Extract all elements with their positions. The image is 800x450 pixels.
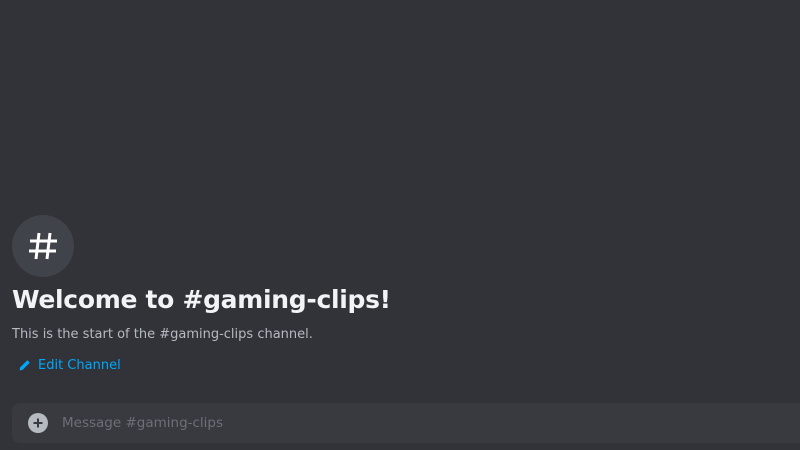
welcome-description: This is the start of the #gaming-clips c… (12, 327, 313, 342)
edit-channel-button[interactable]: Edit Channel (18, 358, 121, 373)
hashtag-icon (29, 232, 57, 260)
welcome-title: Welcome to #gaming-clips! (12, 285, 391, 314)
message-input[interactable] (62, 403, 782, 443)
attach-button[interactable] (28, 413, 48, 433)
pencil-icon (19, 360, 30, 371)
message-composer (12, 403, 800, 443)
channel-pane: Welcome to #gaming-clips! This is the st… (0, 0, 800, 450)
plus-circle-icon (33, 418, 43, 428)
edit-channel-label: Edit Channel (38, 358, 121, 373)
channel-hashtag-avatar (12, 215, 74, 277)
